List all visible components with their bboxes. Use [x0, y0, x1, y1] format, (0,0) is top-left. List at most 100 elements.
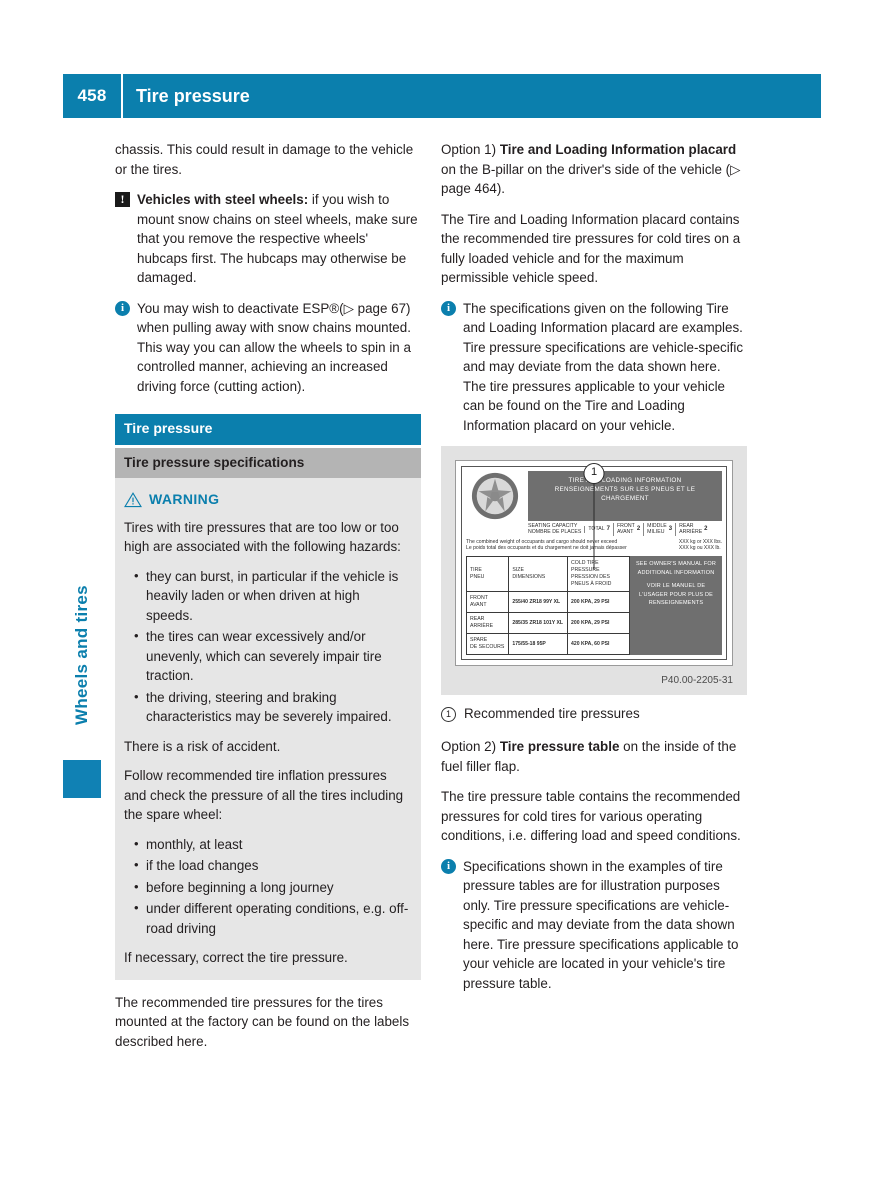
chapter-side-tab: Wheels and tires	[72, 585, 91, 725]
owner-note-fr: VOIR LE MANUEL DE L'USAGER POUR PLUS DE …	[638, 583, 714, 606]
row-spare-pressure: 420 KPA, 60 PSI	[567, 633, 630, 655]
seating-capacity-label: SEATING CAPACITY NOMBRE DE PLACES	[528, 523, 581, 536]
placard-figure: TIRE AND LOADING INFORMATION RENSEIGNEME…	[441, 446, 747, 695]
closing-paragraph: The recommended tire pressures for the t…	[115, 994, 410, 1049]
row-front-pressure: 200 KPA, 29 PSI	[567, 591, 630, 613]
weight-unit-lb-fr: lb.	[715, 545, 721, 552]
seating-total-label: TOTAL	[588, 526, 605, 533]
header-size-en: SIZE	[512, 567, 524, 573]
section-heading-tire-pressure: Tire pressure	[115, 414, 421, 445]
weight-value-lbs: XXX	[702, 538, 713, 545]
owner-note-en: SEE OWNER'S MANUAL FOR ADDITIONAL INFORM…	[635, 561, 717, 576]
row-front-label-fr: AVANT	[470, 602, 487, 608]
header-tire-fr: PNEU	[470, 574, 485, 580]
header-pressure-l1: COLD TIRE PRESSURE	[571, 560, 600, 573]
row-front-label-en: FRONT	[470, 595, 488, 601]
tire-pressure-table: TIRE PNEU SIZE DIMENSIONS COLD TIRE PRES…	[465, 556, 630, 655]
row-spare-label: SPARE DE SECOURS	[465, 633, 510, 655]
caption-text: Recommended tire pressures	[464, 705, 640, 721]
table-row: SPARE DE SECOURS 175/55-18 95P 420 KPA, …	[465, 633, 630, 655]
warning-triangle-icon	[124, 491, 142, 507]
intro-paragraph: chassis. This could result in damage to …	[115, 142, 414, 177]
option1-suffix: on the B-pillar on the driver's side of …	[441, 161, 741, 197]
row-rear-size: 285/35 ZR18 101Y XL	[508, 612, 569, 634]
row-rear-pressure: 200 KPA, 29 PSI	[567, 612, 630, 634]
callout-number-1: 1	[583, 463, 605, 484]
warning-closing: If necessary, correct the tire pressure.	[124, 950, 348, 965]
wheel-icon	[466, 471, 524, 521]
warning-intro: Tires with tire pressures that are too l…	[124, 519, 401, 555]
weight-value-kg: XXX	[678, 538, 689, 545]
seating-front: FRONT AVANT 2	[612, 523, 640, 536]
seating-middle: MIDDLE MILIEU 3	[643, 523, 672, 536]
weight-unit-kg-fr: kg ou	[690, 545, 703, 552]
check-conditions-list: monthly, at least if the load changes be…	[124, 834, 409, 939]
row-rear-label-en: REAR	[470, 616, 485, 622]
list-item: monthly, at least	[134, 834, 409, 855]
option2-bold: Tire pressure table	[499, 739, 620, 754]
page-header: 458 Tire pressure	[63, 74, 821, 118]
placard-table-wrap: TIRE PNEU SIZE DIMENSIONS COLD TIRE PRES…	[465, 556, 722, 655]
warning-box: WARNING Tires with tire pressures that a…	[115, 478, 421, 980]
row-front-size: 255/40 ZR18 99Y XL	[508, 591, 569, 613]
header-size-fr: DIMENSIONS	[512, 574, 546, 580]
option2-prefix: Option 2)	[441, 739, 500, 754]
left-column: chassis. This could result in damage to …	[115, 140, 421, 1062]
row-front-label: FRONT AVANT	[465, 591, 510, 613]
header-tire: TIRE PNEU	[465, 556, 510, 592]
info-circle-icon: i	[441, 300, 456, 316]
header-pressure-l3: PNEUS À FROID	[571, 581, 612, 587]
right-column: Option 1) Tire and Loading Information p…	[441, 140, 747, 1004]
row-rear-label-fr: ARRIÈRE	[470, 623, 494, 629]
row-spare-label-en: SPARE	[470, 637, 488, 643]
list-item: under different operating conditions, e.…	[134, 898, 409, 938]
subsection-heading-specifications: Tire pressure specifications	[115, 447, 421, 478]
steel-wheels-lead: Vehicles with steel wheels:	[137, 192, 309, 207]
page-number: 458	[77, 86, 107, 105]
tire-table-info-note: i Specifications shown in the examples o…	[441, 857, 747, 994]
list-item: the tires can wear excessively and/or un…	[134, 626, 409, 686]
header-pressure: COLD TIRE PRESSURE PRESSION DES PNEUS À …	[567, 556, 630, 592]
info-circle-icon: i	[115, 300, 130, 316]
owner-manual-note: SEE OWNER'S MANUAL FOR ADDITIONAL INFORM…	[630, 556, 722, 655]
steel-wheels-warning-note: ! Vehicles with steel wheels: if you wis…	[115, 190, 421, 288]
weight-units: XXX kg or XXX lbs. XXX kg ou XXX lb.	[679, 539, 722, 552]
option1-body: The Tire and Loading Information placard…	[441, 211, 741, 286]
seating-capacity-row: SEATING CAPACITY NOMBRE DE PLACES TOTAL …	[528, 523, 722, 536]
placard-banner: TIRE AND LOADING INFORMATION RENSEIGNEME…	[528, 471, 722, 521]
option1-paragraph: Option 1) Tire and Loading Information p…	[441, 140, 747, 199]
option1-prefix: Option 1)	[441, 142, 500, 157]
hazards-list: they can burst, in particular if the veh…	[124, 566, 409, 727]
weight-text-en: The combined weight of occupants and car…	[466, 538, 618, 545]
weight-value-lb-fr: XXX	[703, 545, 714, 552]
row-rear-label: REAR ARRIÈRE	[465, 612, 510, 634]
figure-caption: 1 Recommended tire pressures	[441, 704, 747, 724]
esp-info-text: You may wish to deactivate ESP®(▷ page 6…	[137, 300, 411, 394]
seating-middle-label-fr: MILIEU	[647, 529, 665, 536]
table-header-row: TIRE PNEU SIZE DIMENSIONS COLD TIRE PRES…	[465, 556, 630, 592]
banner-line-fr: RENSEIGNEMENTS SUR LES PNEUS ET LE CHARG…	[554, 486, 696, 502]
tire-table-info-text: Specifications shown in the examples of …	[463, 858, 739, 991]
list-item: before beginning a long journey	[134, 877, 409, 898]
row-spare-size: 175/55-18 95P	[508, 633, 569, 655]
seating-label-fr: NOMBRE DE PLACES	[528, 529, 582, 536]
seating-middle-value: 3	[668, 526, 673, 533]
warning-label: WARNING	[149, 491, 220, 507]
seating-rear: REAR ARRIÈRE 2	[675, 523, 708, 536]
seating-rear-label-fr: ARRIÈRE	[679, 529, 703, 536]
list-item: they can burst, in particular if the veh…	[134, 566, 409, 626]
row-spare-label-fr: DE SECOURS	[470, 644, 505, 650]
weight-text-fr: Le poids total des occupants et du charg…	[466, 545, 627, 552]
follow-line: Follow recommended tire inflation pressu…	[124, 768, 404, 822]
weight-value-kg-fr: XXX	[678, 545, 689, 552]
option1-bold: Tire and Loading Information placard	[499, 142, 737, 157]
info-circle-icon: i	[441, 858, 456, 874]
placard-info-note: i The specifications given on the follow…	[441, 299, 747, 436]
exclamation-box-icon: !	[115, 192, 130, 207]
weight-unit-kg: kg or	[690, 538, 702, 545]
seating-rear-value: 2	[704, 526, 708, 533]
list-item: if the load changes	[134, 855, 409, 876]
weight-unit-lbs: lbs.	[714, 538, 722, 545]
caption-circle-number: 1	[441, 706, 456, 722]
header-size: SIZE DIMENSIONS	[508, 556, 569, 592]
